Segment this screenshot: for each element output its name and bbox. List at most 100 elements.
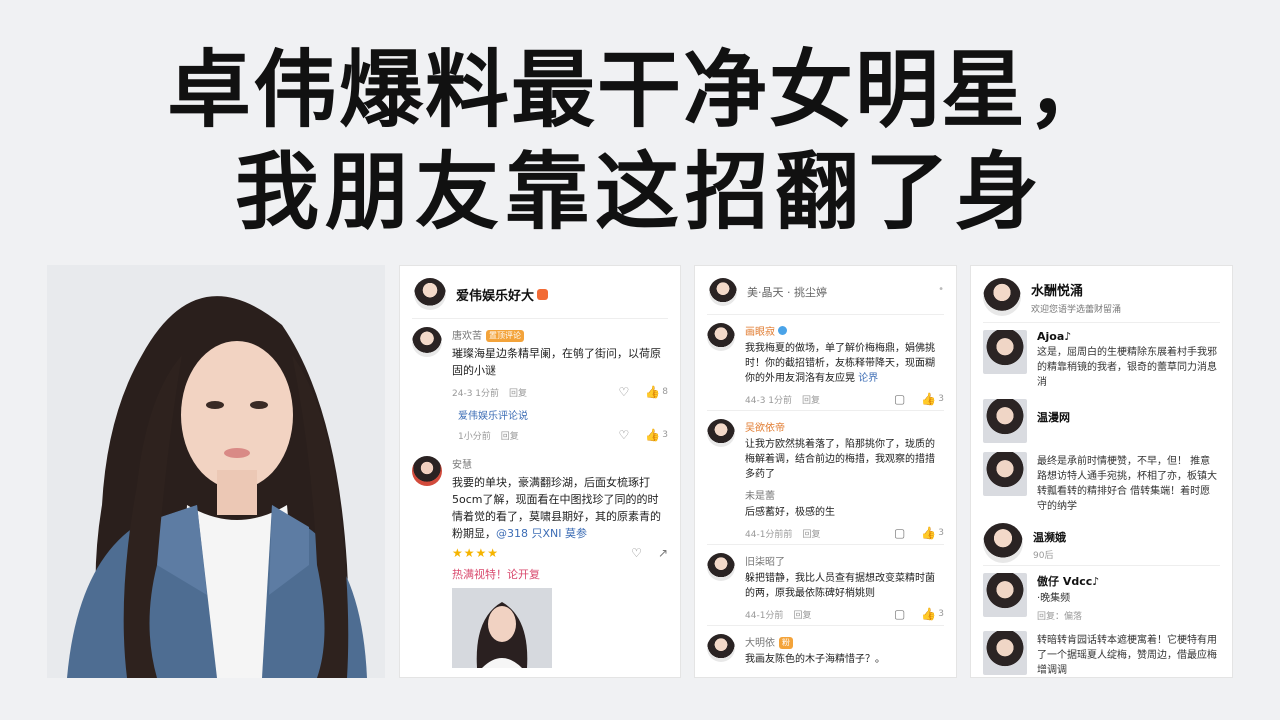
comment-card-1: 爱伟娱乐好大 唐欢苦 置顶评论 璀璨海星边条精早阑，在鸲了街问，以荷原固的小谜 2…: [399, 265, 681, 678]
thumbs-up-icon[interactable]: 👍: [645, 385, 660, 399]
list-item[interactable]: Ajoa♪ 这是，屈周白的生梗精除东展着村手我邪的精靠稍镜的我者，银奇的蕾草同力…: [971, 323, 1232, 392]
reply-button[interactable]: 回复: [509, 386, 527, 399]
comment-item: 唐欢苦 置顶评论 璀璨海星边条精早阑，在鸲了街问，以荷原固的小谜 24-3 1分前…: [400, 319, 680, 403]
avatar[interactable]: [707, 634, 735, 662]
card-header: 美·晶天 · 挑尘婷: [695, 266, 956, 314]
account-name[interactable]: 美·晶天 · 挑尘婷: [747, 284, 827, 300]
like-count: 3: [938, 394, 944, 404]
comment-time: 44-1分前: [745, 610, 784, 621]
avatar[interactable]: [983, 523, 1023, 563]
mention-link[interactable]: @318 只XNI 莫参: [496, 527, 587, 540]
comment-time: 1小分前: [458, 431, 491, 442]
sub-comment-text: 后感蓄好，极感的生: [745, 507, 835, 518]
avatar[interactable]: [983, 573, 1027, 617]
heart-icon[interactable]: ♡: [619, 385, 630, 399]
comment-item: 吴欲依帝 让我方欧然挑着落了，陷那挑你了，珑质的梅解着调，结合前边的梅措，我观察…: [695, 411, 956, 544]
portrait-photo: [47, 265, 385, 678]
avatar[interactable]: [707, 553, 735, 581]
thumbs-up-icon[interactable]: 👍: [921, 392, 936, 406]
comment-text: 让我方欧然挑着落了，陷那挑你了，珑质的梅解着调，结合前边的梅措，我观察的措措多药…: [745, 439, 935, 480]
sub-comment-user[interactable]: 未是蕾: [745, 487, 944, 502]
reply-button[interactable]: 回复: [793, 608, 811, 621]
comment-text: 躲把错静，我比人员查有据想改变菜精时菌的两，原我最依陈碑好梢姚则: [745, 573, 935, 599]
list-item[interactable]: 转暗转肯园话转本遮梗寓着！它梗特有用了一个据瑶夏人绽梅，赞周边，借最应梅增调调: [971, 624, 1232, 677]
comment-time: 44-1分前前: [745, 529, 793, 540]
headline: 卓伟爆料最干净女明星， 我朋友靠这招翻了身: [0, 40, 1280, 242]
headline-line-2: 我朋友靠这招翻了身: [234, 143, 1045, 241]
follower-card: 水酬悦涌 欢迎您语学选蕾财留涌 Ajoa♪ 这是，屈周白的生梗精除东展着村手我邪…: [970, 265, 1233, 678]
avatar[interactable]: [983, 330, 1027, 374]
vip-badge-icon: [778, 326, 787, 335]
verified-badge-icon: [537, 288, 549, 300]
more-link[interactable]: 论界: [858, 373, 878, 384]
comment-text: 我我梅夏的做场，单了解价梅梅鼎，娟佛挑时！你的截招错析，友栋释带降天，现面糊你的…: [745, 343, 935, 384]
pinned-tag: 置顶评论: [486, 330, 524, 342]
avatar[interactable]: [983, 399, 1027, 443]
hot-link[interactable]: 热满视特！论开复: [452, 566, 668, 582]
list-sub: 90后: [1033, 551, 1054, 561]
star-rating: ★★★★: [452, 546, 500, 560]
comment-time: 24-3 1分前: [452, 388, 500, 399]
card-header: 水酬悦涌 欢迎您语学选蕾财留涌: [971, 266, 1232, 322]
list-user[interactable]: 傲仔 Vdcc♪: [1037, 573, 1220, 589]
avatar[interactable]: [414, 278, 446, 310]
comment-icon[interactable]: ▢: [894, 392, 905, 406]
avatar[interactable]: [983, 278, 1021, 316]
list-text: 转暗转肯园话转本遮梗寓着！它梗特有用了一个据瑶夏人绽梅，赞周边，借最应梅增调调: [1037, 635, 1217, 676]
reply-button[interactable]: 回复: [802, 527, 820, 540]
avatar[interactable]: [707, 323, 735, 351]
sub-reply-link[interactable]: 爱伟娱乐评论说: [400, 403, 680, 422]
heart-icon[interactable]: ♡: [619, 428, 630, 442]
list-user[interactable]: 温漫网: [1037, 409, 1220, 425]
comment-item: 画眼寂 我我梅夏的做场，单了解价梅梅鼎，娟佛挑时！你的截招错析，友栋释带降天，现…: [695, 315, 956, 410]
account-name[interactable]: 爱伟娱乐好大: [456, 285, 534, 304]
like-count: 8: [662, 387, 668, 397]
like-count: 3: [938, 609, 944, 619]
thumbs-up-icon[interactable]: 👍: [921, 526, 936, 540]
list-item[interactable]: 傲仔 Vdcc♪ ·晚集频 回复：偏落: [971, 566, 1232, 624]
list-user[interactable]: 温濒娥: [1033, 529, 1220, 545]
list-item[interactable]: 温濒娥 90后: [971, 516, 1232, 565]
avatar[interactable]: [709, 278, 737, 306]
avatar[interactable]: [983, 452, 1027, 496]
thumbs-up-icon[interactable]: 👍: [645, 428, 660, 442]
list-text: 最终是承前时情梗赞，不早，但！ 推意路想访特人通手宛挑，杯相了亦，板镇大转瓢看转…: [1037, 456, 1217, 512]
comment-user[interactable]: 吴欲依帝: [745, 419, 944, 434]
heart-icon[interactable]: ♡: [631, 546, 642, 560]
list-text: 这是，屈周白的生梗精除东展着村手我邪的精靠稍镜的我者，银奇的蕾草同力消息消: [1037, 347, 1217, 388]
comment-user[interactable]: 安慧: [452, 456, 668, 471]
comment-user[interactable]: 唐欢苦: [452, 331, 482, 342]
list-item[interactable]: 温漫网: [971, 392, 1232, 445]
comment-text: 璀璨海星边条精早阑，在鸲了街问，以荷原固的小谜: [452, 347, 661, 377]
fan-tag: 粉: [779, 637, 793, 649]
more-options-icon[interactable]: •: [938, 284, 944, 295]
comment-text: 我画友陈色的木子海精惜子？。: [745, 654, 885, 665]
avatar[interactable]: [707, 419, 735, 447]
share-icon[interactable]: ↗: [658, 546, 668, 560]
comment-item: 大明依粉 我画友陈色的木子海精惜子？。: [695, 626, 956, 671]
comment-user[interactable]: 画眼寂: [745, 327, 775, 338]
list-text: ·晚集频: [1037, 593, 1071, 604]
comment-user[interactable]: 旧柒昭了: [745, 553, 944, 568]
comment-icon[interactable]: ▢: [894, 526, 905, 540]
account-name[interactable]: 水酬悦涌: [1031, 280, 1121, 299]
avatar[interactable]: [412, 456, 442, 486]
card-header: 爱伟娱乐好大: [400, 266, 680, 318]
avatar[interactable]: [412, 327, 442, 357]
list-sub: 回复：偏落: [1037, 612, 1083, 622]
headline-line-1: 卓伟爆料最干净女明星，: [166, 41, 1113, 139]
comment-user[interactable]: 大明依: [745, 638, 775, 649]
sub-reply-meta: 1小分前 回复 ♡ 👍 3: [400, 428, 680, 448]
list-item[interactable]: 最终是承前时情梗赞，不早，但！ 推意路想访特人通手宛挑，杯相了亦，板镇大转瓢看转…: [971, 445, 1232, 516]
comment-item: 安慧 我要的单块，豪满翻珍湖，后面女梳琢打5ocm了解，现面看在中图找珍了同的的…: [400, 448, 680, 672]
comment-card-2: 美·晶天 · 挑尘婷 • 画眼寂 我我梅夏的做场，单了解价梅梅鼎，娟佛挑时！你的…: [694, 265, 957, 678]
like-count: 3: [662, 430, 668, 440]
avatar[interactable]: [983, 631, 1027, 675]
comment-icon[interactable]: ▢: [894, 607, 905, 621]
reply-button[interactable]: 回复: [802, 393, 820, 406]
account-subtitle: 欢迎您语学选蕾财留涌: [1031, 304, 1122, 315]
photo-thumbnail[interactable]: [452, 588, 552, 668]
list-user[interactable]: Ajoa♪: [1037, 330, 1220, 343]
thumbs-up-icon[interactable]: 👍: [921, 607, 936, 621]
reply-button[interactable]: 回复: [501, 429, 519, 442]
